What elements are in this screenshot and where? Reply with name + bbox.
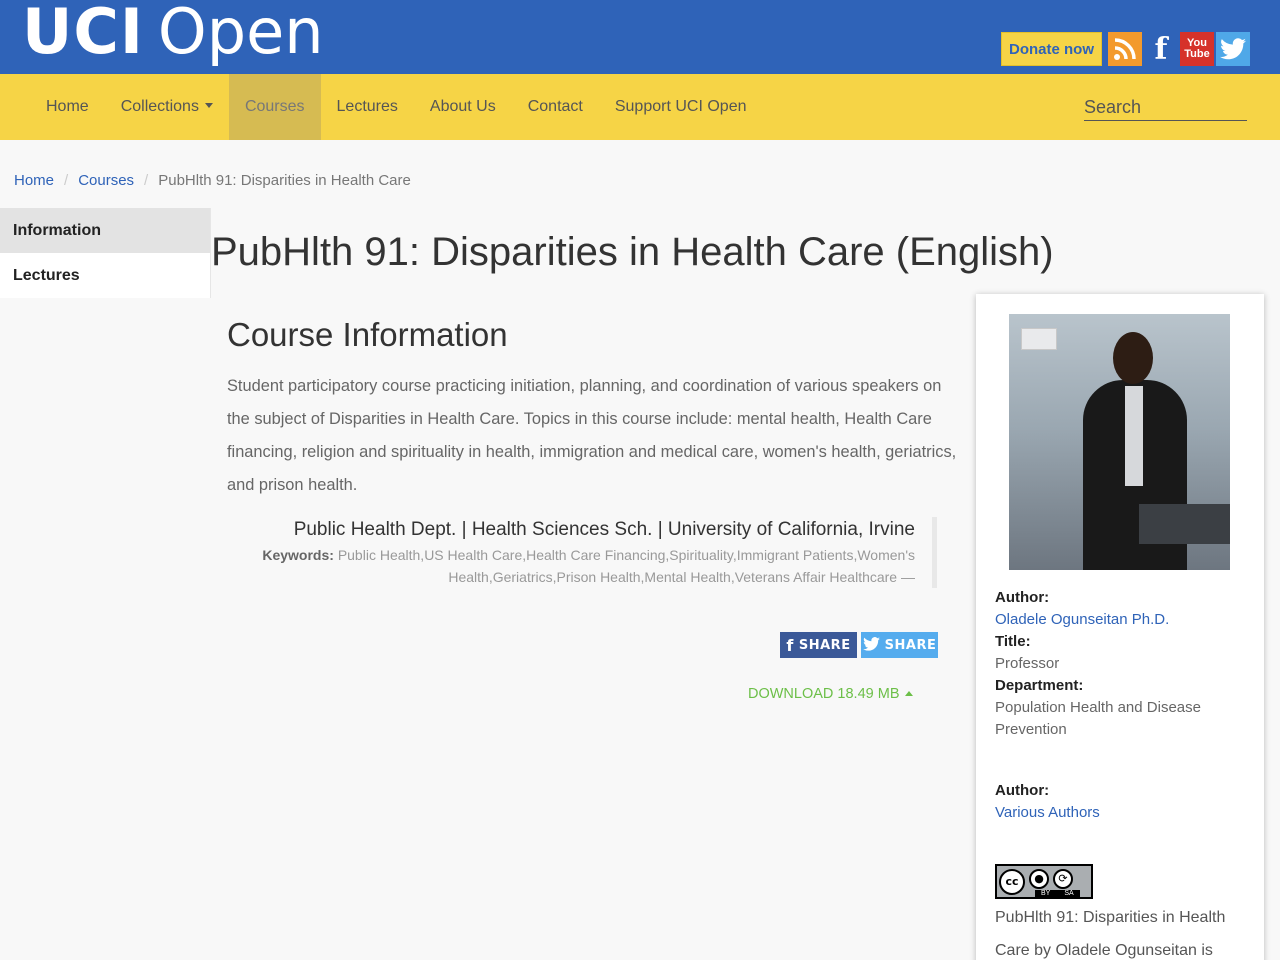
- side-tabs: Information Lectures: [0, 208, 211, 298]
- creative-commons-badge[interactable]: cc ● ⟳ BY SA: [995, 864, 1093, 899]
- chevron-down-icon: [204, 103, 213, 108]
- breadcrumb-current: PubHlth 91: Disparities in Health Care: [158, 172, 411, 189]
- cc-badge-labels: BY SA: [1035, 890, 1080, 897]
- department-value: Population Health and Disease Prevention: [995, 699, 1201, 738]
- social-links: Donate now f You Tube: [1001, 32, 1250, 67]
- cc-sa-label: SA: [1064, 890, 1074, 897]
- facebook-share-button[interactable]: f SHARE: [780, 632, 857, 658]
- site-banner: UCI Open Donate now f You Tube: [0, 0, 1280, 74]
- author2-info: Author: Various Authors: [995, 780, 1245, 824]
- photo-background-sign: [1021, 328, 1057, 350]
- department-line: Public Health Dept. | Health Sciences Sc…: [293, 519, 915, 540]
- title-label: Title:: [995, 633, 1031, 650]
- logo-uci-text: UCI: [22, 0, 144, 68]
- breadcrumb-home[interactable]: Home: [14, 172, 54, 189]
- twitter-icon: [862, 636, 880, 655]
- download-label: DOWNLOAD 18.49 MB: [748, 686, 900, 702]
- twitter-share-button[interactable]: SHARE: [861, 632, 938, 658]
- department-label: Department:: [995, 677, 1084, 694]
- tab-lectures[interactable]: Lectures: [0, 253, 211, 298]
- nav-collections[interactable]: Collections: [105, 74, 229, 140]
- cc-by-label: BY: [1041, 890, 1051, 897]
- youtube-bottom-text: Tube: [1184, 48, 1210, 60]
- photo-figure-head: [1113, 332, 1153, 384]
- section-heading: Course Information: [227, 316, 508, 353]
- author-label: Author:: [995, 589, 1050, 606]
- search-input[interactable]: [1084, 94, 1247, 121]
- breadcrumb-separator: /: [64, 172, 69, 189]
- uci-open-logo[interactable]: UCI Open: [22, 0, 324, 72]
- author2-label: Author:: [995, 782, 1050, 799]
- nav-home[interactable]: Home: [30, 74, 105, 140]
- page-title: PubHlth 91: Disparities in Health Care (…: [211, 230, 1054, 274]
- course-description: Student participatory course practicing …: [227, 377, 957, 494]
- donate-button[interactable]: Donate now: [1001, 32, 1102, 66]
- cc-sa-icon: ⟳: [1053, 868, 1073, 889]
- nav-collections-label: Collections: [120, 98, 199, 115]
- license-text: PubHlth 91: Disparities in Health Care b…: [995, 909, 1226, 959]
- photo-figure-shirt: [1125, 386, 1143, 486]
- caret-up-icon: [904, 691, 913, 696]
- breadcrumb-separator: /: [144, 172, 149, 189]
- download-link[interactable]: DOWNLOAD 18.49 MB: [748, 684, 913, 704]
- rss-icon[interactable]: [1108, 32, 1142, 66]
- nav-contact[interactable]: Contact: [512, 74, 599, 140]
- breadcrumb-courses[interactable]: Courses: [78, 172, 134, 189]
- share-buttons: f SHARE SHARE: [780, 632, 938, 658]
- author-card: Author: Oladele Ogunseitan Ph.D. Title: …: [976, 294, 1264, 960]
- author-name-link[interactable]: Oladele Ogunseitan Ph.D.: [995, 611, 1169, 628]
- nav-courses[interactable]: Courses: [228, 74, 321, 140]
- logo-open-text: Open: [157, 0, 324, 68]
- title-value: Professor: [995, 655, 1060, 672]
- keywords-list: Public Health,US Health Care,Health Care…: [337, 547, 915, 585]
- author-photo: [1009, 314, 1230, 570]
- twitter-share-label: SHARE: [884, 637, 937, 653]
- keywords-label: Keywords:: [262, 547, 334, 563]
- nav-list: Home Collections Courses Lectures About …: [30, 74, 762, 140]
- author2-name-link[interactable]: Various Authors: [995, 804, 1100, 821]
- course-meta-quote: Public Health Dept. | Health Sciences Sc…: [227, 517, 937, 588]
- nav-support[interactable]: Support UCI Open: [599, 74, 763, 140]
- facebook-share-label: SHARE: [798, 637, 851, 653]
- nav-about-us[interactable]: About Us: [414, 74, 512, 140]
- photo-podium: [1139, 504, 1230, 544]
- nav-lectures[interactable]: Lectures: [321, 74, 414, 140]
- author-info: Author: Oladele Ogunseitan Ph.D. Title: …: [995, 587, 1245, 741]
- cc-by-icon: ●: [1029, 868, 1049, 889]
- facebook-icon: f: [786, 635, 794, 655]
- keywords: Keywords: Public Health,US Health Care,H…: [227, 544, 915, 588]
- main-navbar: Home Collections Courses Lectures About …: [0, 74, 1280, 140]
- twitter-icon[interactable]: [1216, 32, 1250, 66]
- breadcrumb: Home / Courses / PubHlth 91: Disparities in …: [14, 171, 411, 191]
- cc-icon: cc: [999, 868, 1025, 895]
- youtube-icon[interactable]: You Tube: [1180, 32, 1214, 66]
- facebook-icon[interactable]: f: [1144, 32, 1178, 67]
- tab-information[interactable]: Information: [0, 208, 211, 253]
